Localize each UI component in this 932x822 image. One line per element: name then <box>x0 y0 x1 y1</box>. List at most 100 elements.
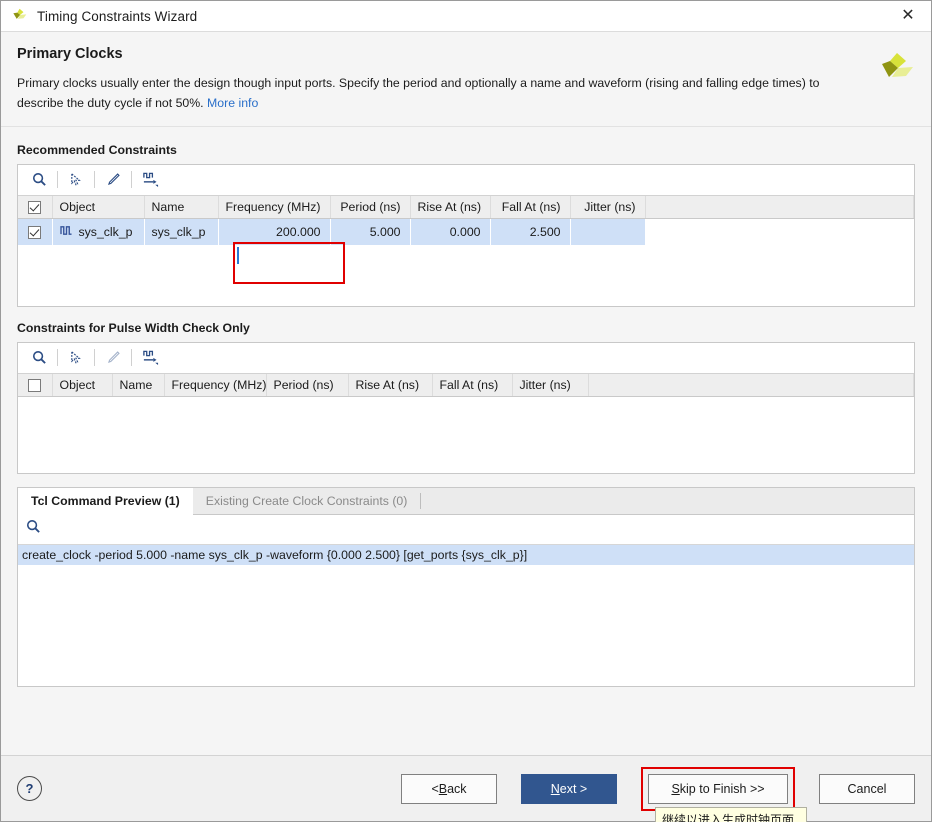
next-button-suffix: ext > <box>559 781 588 796</box>
column-header-fall-at[interactable]: Fall At (ns) <box>490 195 571 220</box>
search-icon[interactable] <box>24 167 54 193</box>
cell-period[interactable]: 5.000 <box>330 218 411 245</box>
xilinx-logo-icon <box>875 50 915 90</box>
clock-waveform-icon <box>59 225 73 239</box>
cell-fall-at[interactable]: 2.500 <box>490 218 571 245</box>
pulse-width-constraints-label: Constraints for Pulse Width Check Only <box>17 320 250 335</box>
page-header: Primary Clocks Primary clocks usually en… <box>1 32 931 127</box>
select-all-header[interactable] <box>18 373 53 398</box>
next-button-mnemonic: N <box>550 781 560 796</box>
cell-rise-at[interactable]: 0.000 <box>410 218 491 245</box>
search-icon[interactable] <box>26 519 41 539</box>
back-button-mnemonic: B <box>438 781 448 796</box>
recommended-toolbar <box>18 164 914 196</box>
clock-waveform-arrow-icon[interactable] <box>135 167 165 193</box>
cell-object[interactable]: sys_clk_p <box>52 218 145 245</box>
tcl-preview-panel: Tcl Command Preview (1) Existing Create … <box>17 486 915 687</box>
cell-filler <box>645 218 914 245</box>
column-header-object[interactable]: Object <box>52 373 113 398</box>
back-button-prefix: < <box>431 781 439 796</box>
window-title: Timing Constraints Wizard <box>37 8 198 24</box>
select-all-checkbox[interactable] <box>28 201 42 215</box>
select-cursor-icon[interactable] <box>61 167 91 193</box>
footer-buttons: < Back Next > Skip to Finish >> Cancel <box>401 766 915 811</box>
toolbar-divider <box>57 171 58 189</box>
column-header-period[interactable]: Period (ns) <box>330 195 411 220</box>
tab-divider <box>420 492 422 509</box>
back-button-wrapper: < Back <box>401 773 497 804</box>
cell-object-text: sys_clk_p <box>78 225 133 240</box>
recommended-constraints-table: Object Name Frequency (MHz) Period (ns) … <box>18 195 914 245</box>
back-button[interactable]: < Back <box>401 773 497 804</box>
cancel-button-wrapper: Cancel <box>819 773 915 804</box>
skip-to-finish-highlight: Skip to Finish >> <box>641 766 795 811</box>
toolbar-divider <box>131 349 132 367</box>
frequency-edit-caret <box>237 247 239 264</box>
tooltip: 继续以进入生成时钟页面 <box>655 807 807 822</box>
column-header-rise-at[interactable]: Rise At (ns) <box>348 373 433 398</box>
clock-waveform-arrow-icon[interactable] <box>135 345 165 371</box>
cancel-button[interactable]: Cancel <box>819 773 915 804</box>
search-icon[interactable] <box>24 345 54 371</box>
pulse-width-toolbar <box>18 342 914 374</box>
column-header-name[interactable]: Name <box>112 373 165 398</box>
row-checkbox[interactable] <box>28 226 42 240</box>
column-header-object[interactable]: Object <box>52 195 145 220</box>
page-description: Primary clocks usually enter the design … <box>17 74 829 114</box>
pulse-width-table: Object Name Frequency (MHz) Period (ns) … <box>18 373 914 398</box>
column-header-frequency[interactable]: Frequency (MHz) <box>164 373 267 398</box>
wizard-body: Recommended Constraints Object Name Freq… <box>1 126 931 755</box>
recommended-table-scroll[interactable]: Object Name Frequency (MHz) Period (ns) … <box>18 195 914 306</box>
select-all-header[interactable] <box>18 195 53 220</box>
cell-name[interactable]: sys_clk_p <box>144 218 219 245</box>
column-header-filler <box>645 195 914 220</box>
select-cursor-icon[interactable] <box>61 345 91 371</box>
help-button[interactable]: ? <box>17 776 42 801</box>
back-button-suffix: ack <box>447 781 467 796</box>
column-header-frequency[interactable]: Frequency (MHz) <box>218 195 331 220</box>
tcl-command-list[interactable]: create_clock -period 5.000 -name sys_clk… <box>18 544 914 686</box>
edit-pencil-icon[interactable] <box>98 167 128 193</box>
edit-pencil-icon <box>98 345 128 371</box>
column-header-filler <box>588 373 914 398</box>
column-header-period[interactable]: Period (ns) <box>266 373 349 398</box>
toolbar-divider <box>94 349 95 367</box>
pulse-width-constraints-panel: Object Name Frequency (MHz) Period (ns) … <box>17 341 915 474</box>
tcl-search-bar <box>18 514 914 545</box>
xilinx-logo-icon <box>10 7 28 25</box>
table-row[interactable]: sys_clk_p sys_clk_p 200.000 5.000 0.000 … <box>18 218 914 245</box>
tab-existing-create-clock-constraints[interactable]: Existing Create Clock Constraints (0) <box>192 487 421 514</box>
column-header-jitter[interactable]: Jitter (ns) <box>570 195 646 220</box>
table-header-row: Object Name Frequency (MHz) Period (ns) … <box>18 373 914 398</box>
page-title: Primary Clocks <box>17 46 123 62</box>
timing-constraints-wizard-dialog: Timing Constraints Wizard ✕ Primary Cloc… <box>0 0 932 822</box>
title-bar: Timing Constraints Wizard ✕ <box>1 1 931 32</box>
recommended-constraints-label: Recommended Constraints <box>17 142 177 157</box>
tcl-tab-strip: Tcl Command Preview (1) Existing Create … <box>18 487 914 515</box>
cancel-button-label: Cancel <box>847 781 887 796</box>
column-header-fall-at[interactable]: Fall At (ns) <box>432 373 513 398</box>
cell-jitter[interactable] <box>570 218 646 245</box>
next-button[interactable]: Next > <box>521 773 617 804</box>
row-select-cell[interactable] <box>18 218 53 245</box>
skip-button-suffix: kip to Finish >> <box>679 781 765 796</box>
column-header-rise-at[interactable]: Rise At (ns) <box>410 195 491 220</box>
toolbar-divider <box>94 171 95 189</box>
list-item[interactable]: create_clock -period 5.000 -name sys_clk… <box>18 544 914 565</box>
table-header-row: Object Name Frequency (MHz) Period (ns) … <box>18 195 914 220</box>
column-header-jitter[interactable]: Jitter (ns) <box>512 373 589 398</box>
toolbar-divider <box>57 349 58 367</box>
tab-tcl-command-preview[interactable]: Tcl Command Preview (1) <box>18 487 193 515</box>
next-button-wrapper: Next > <box>521 773 617 804</box>
recommended-constraints-panel: Object Name Frequency (MHz) Period (ns) … <box>17 163 915 307</box>
close-icon[interactable]: ✕ <box>885 1 931 32</box>
pulse-width-table-scroll[interactable]: Object Name Frequency (MHz) Period (ns) … <box>18 373 914 473</box>
skip-to-finish-button[interactable]: Skip to Finish >> <box>648 773 788 804</box>
toolbar-divider <box>131 171 132 189</box>
page-description-text: Primary clocks usually enter the design … <box>17 76 820 110</box>
cell-frequency[interactable]: 200.000 <box>218 218 331 245</box>
more-info-link[interactable]: More info <box>207 96 258 110</box>
column-header-name[interactable]: Name <box>144 195 219 220</box>
select-all-checkbox[interactable] <box>28 379 42 393</box>
skip-button-mnemonic: S <box>671 781 680 796</box>
